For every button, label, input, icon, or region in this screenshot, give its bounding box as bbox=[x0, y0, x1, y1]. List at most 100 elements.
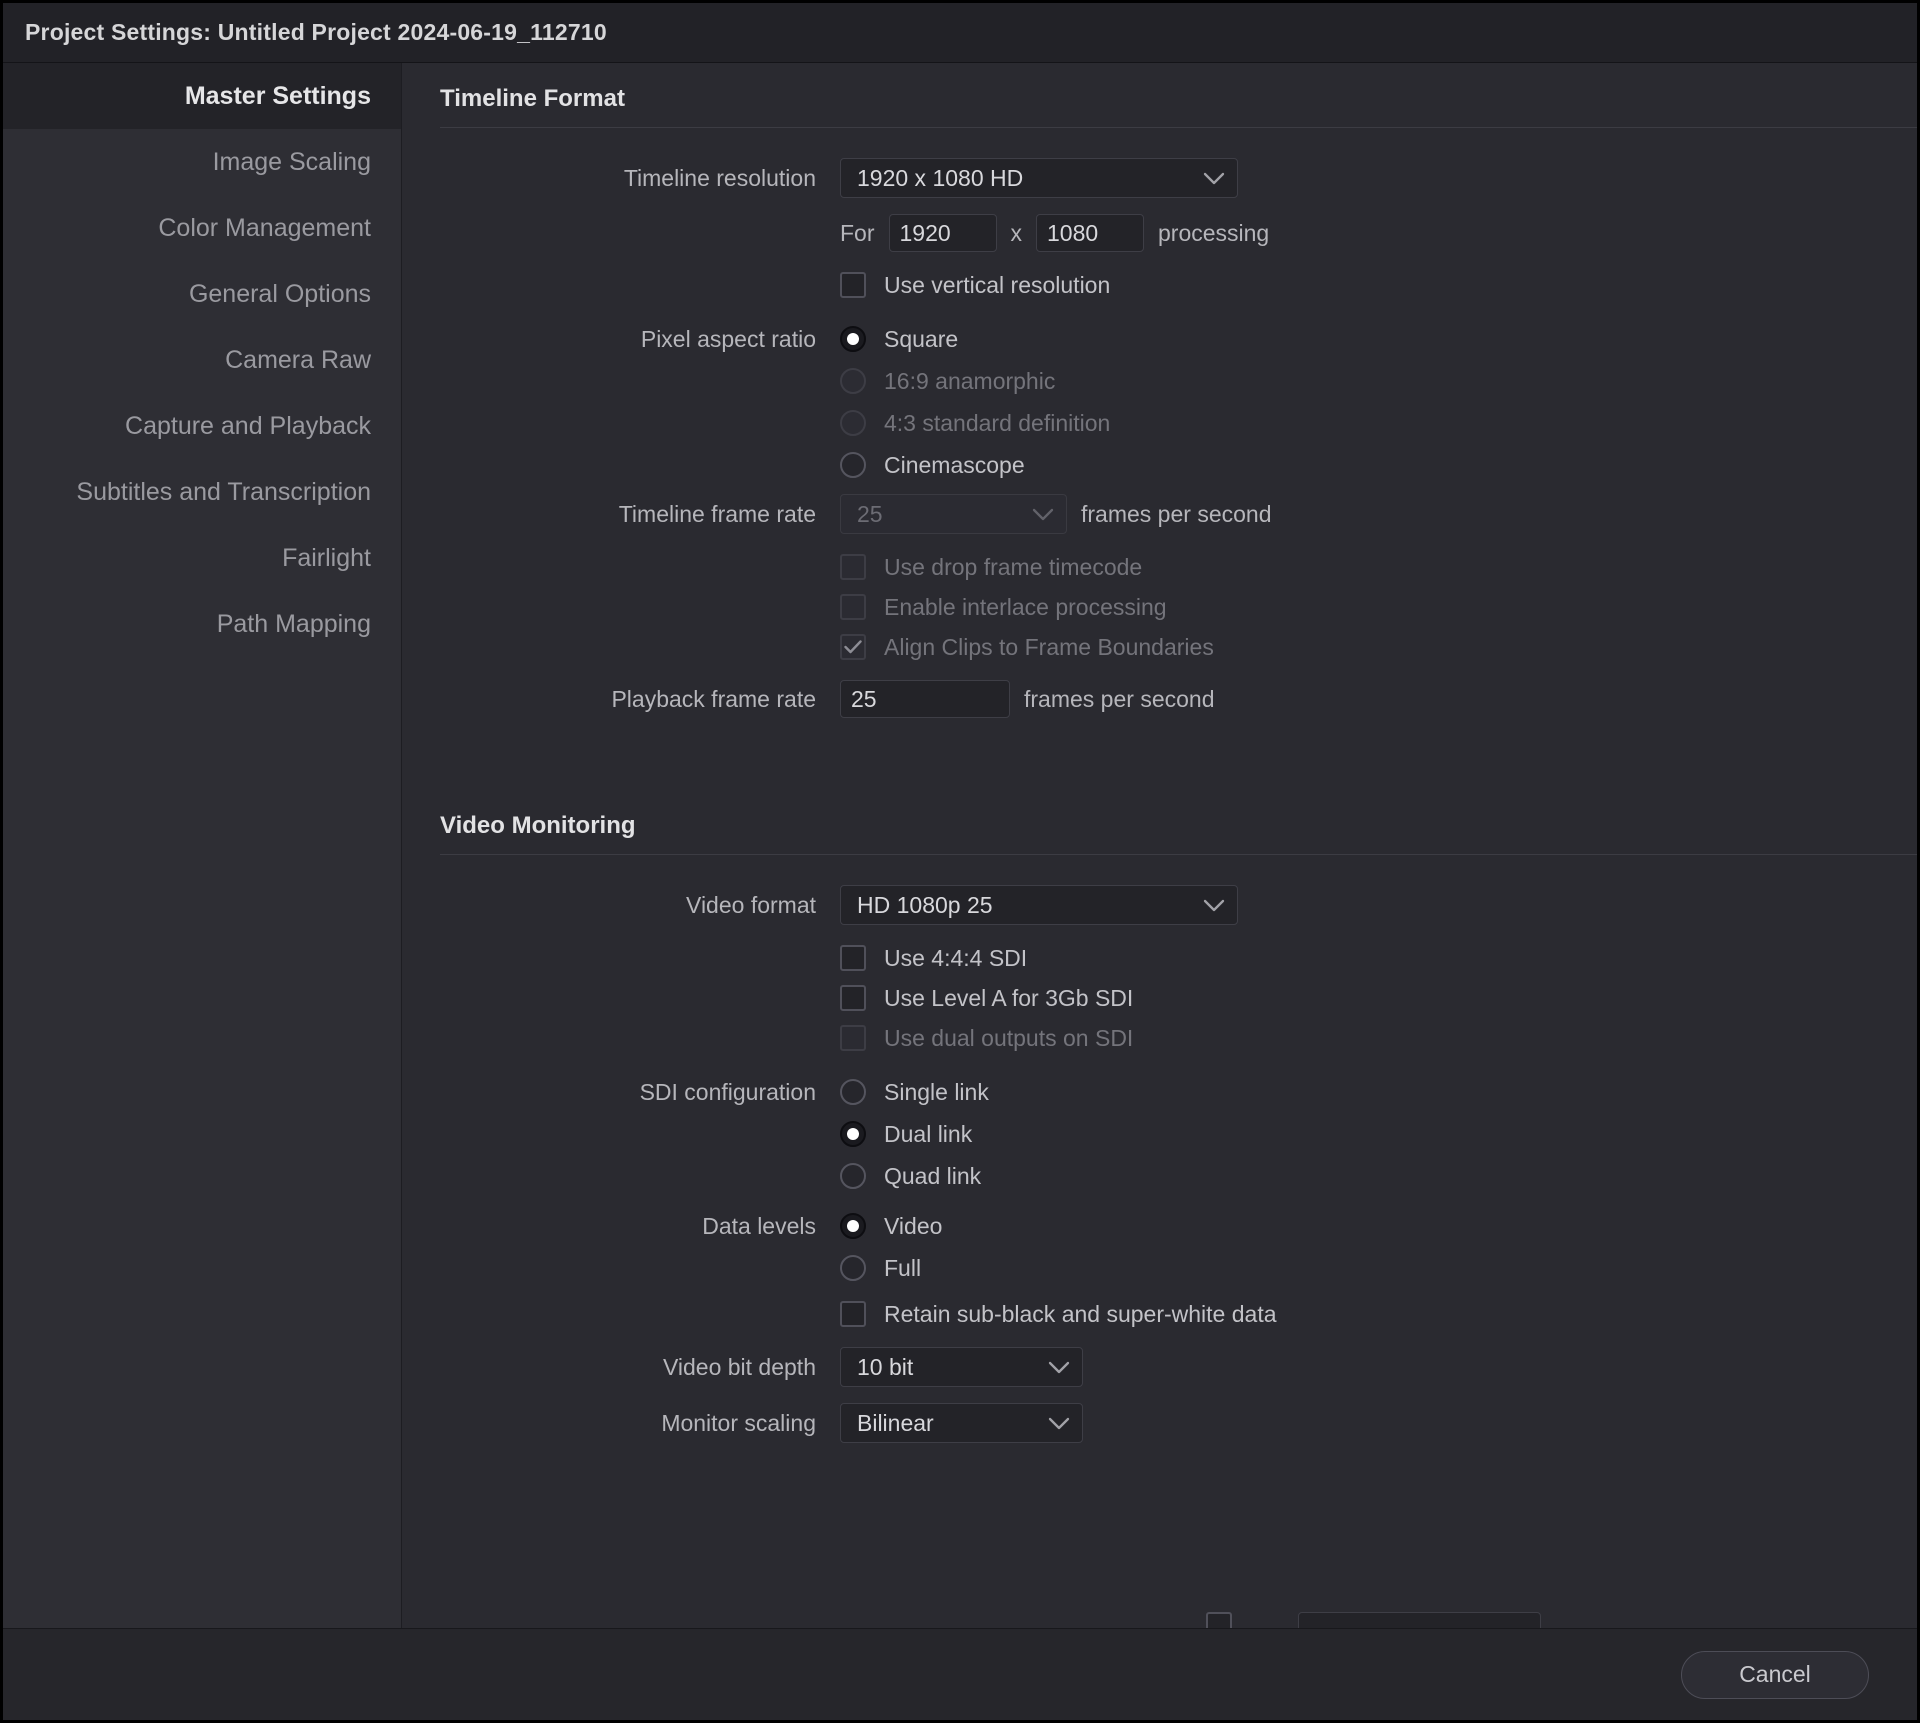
use-dual-outputs-sdi-label: Use dual outputs on SDI bbox=[884, 1024, 1134, 1051]
use-drop-frame-timecode-row: Use drop frame timecode bbox=[440, 550, 1917, 584]
video-format-select[interactable]: HD 1080p 25 bbox=[840, 885, 1238, 925]
timeline-resolution-value: 1920 x 1080 HD bbox=[857, 164, 1024, 191]
sidebar-item-label: Camera Raw bbox=[225, 345, 371, 374]
sidebar-item-general-options[interactable]: General Options bbox=[3, 261, 401, 327]
cancel-button[interactable]: Cancel bbox=[1681, 1650, 1869, 1699]
data-levels-group: Data levels Video Full bbox=[440, 1205, 1917, 1289]
project-settings-window: Project Settings: Untitled Project 2024-… bbox=[0, 0, 1920, 1723]
sidebar-item-label: Image Scaling bbox=[212, 147, 371, 176]
sidebar-item-capture-and-playback[interactable]: Capture and Playback bbox=[3, 393, 401, 459]
use-level-a-3gb-sdi-row: Use Level A for 3Gb SDI bbox=[440, 981, 1917, 1015]
sidebar-item-master-settings[interactable]: Master Settings bbox=[3, 63, 401, 129]
timeline-format-panel: Timeline resolution 1920 x 1080 HD For 1… bbox=[440, 127, 1917, 752]
timeline-resolution-select[interactable]: 1920 x 1080 HD bbox=[840, 158, 1238, 198]
use-vertical-resolution-row: Use vertical resolution bbox=[440, 268, 1917, 302]
chevron-down-icon bbox=[1203, 899, 1225, 912]
pixel-aspect-square-radio[interactable] bbox=[840, 326, 866, 352]
align-clips-to-frame-boundaries-checkbox bbox=[840, 634, 866, 660]
timeline-frame-rate-value: 25 bbox=[857, 500, 883, 527]
pixel-aspect-169-anamorphic-row: 16:9 anamorphic bbox=[840, 360, 1110, 402]
sdi-single-link-radio[interactable] bbox=[840, 1079, 866, 1105]
enable-interlace-processing-label: Enable interlace processing bbox=[884, 593, 1167, 620]
use-level-a-3gb-sdi-label: Use Level A for 3Gb SDI bbox=[884, 984, 1134, 1011]
sidebar-item-color-management[interactable]: Color Management bbox=[3, 195, 401, 261]
sdi-single-link-label: Single link bbox=[884, 1078, 989, 1105]
data-levels-video-radio[interactable] bbox=[840, 1213, 866, 1239]
settings-sidebar: Master Settings Image Scaling Color Mana… bbox=[3, 63, 402, 1628]
sidebar-item-fairlight[interactable]: Fairlight bbox=[3, 525, 401, 591]
sidebar-item-subtitles-and-transcription[interactable]: Subtitles and Transcription bbox=[3, 459, 401, 525]
playback-frame-rate-value: 25 bbox=[851, 685, 877, 712]
video-format-value: HD 1080p 25 bbox=[857, 891, 993, 918]
sdi-quad-link-row: Quad link bbox=[840, 1155, 989, 1197]
use-444-sdi-checkbox[interactable] bbox=[840, 945, 866, 971]
x-separator-label: x bbox=[1010, 219, 1023, 246]
timeline-frame-rate-suffix: frames per second bbox=[1081, 500, 1272, 527]
retain-sub-black-row: Retain sub-black and super-white data bbox=[440, 1297, 1917, 1331]
retain-sub-black-checkbox[interactable] bbox=[840, 1301, 866, 1327]
pixel-aspect-cinemascope-label: Cinemascope bbox=[884, 451, 1025, 478]
timeline-resolution-label: Timeline resolution bbox=[623, 164, 816, 191]
enable-interlace-processing-checkbox bbox=[840, 594, 866, 620]
sidebar-item-label: Capture and Playback bbox=[125, 411, 371, 440]
window-title: Project Settings: Untitled Project 2024-… bbox=[25, 19, 607, 45]
playback-frame-rate-suffix: frames per second bbox=[1024, 685, 1215, 712]
playback-frame-rate-input[interactable]: 25 bbox=[840, 680, 1010, 718]
use-dual-outputs-sdi-row: Use dual outputs on SDI bbox=[440, 1021, 1917, 1055]
sdi-dual-link-row: Dual link bbox=[840, 1113, 989, 1155]
data-levels-video-row: Video bbox=[840, 1205, 942, 1247]
clipped-checkbox bbox=[1206, 1612, 1232, 1628]
video-format-row: Video format HD 1080p 25 bbox=[440, 885, 1917, 925]
sidebar-item-path-mapping[interactable]: Path Mapping bbox=[3, 591, 401, 657]
sidebar-item-image-scaling[interactable]: Image Scaling bbox=[3, 129, 401, 195]
timeline-resolution-row: Timeline resolution 1920 x 1080 HD bbox=[440, 158, 1917, 198]
dialog-body: Master Settings Image Scaling Color Mana… bbox=[3, 63, 1917, 1628]
align-clips-to-frame-boundaries-row: Align Clips to Frame Boundaries bbox=[440, 630, 1917, 664]
enable-interlace-processing-row: Enable interlace processing bbox=[440, 590, 1917, 624]
data-levels-full-label: Full bbox=[884, 1254, 922, 1281]
pixel-aspect-cinemascope-row: Cinemascope bbox=[840, 444, 1110, 486]
title-bar: Project Settings: Untitled Project 2024-… bbox=[3, 3, 1917, 63]
monitor-scaling-row: Monitor scaling Bilinear bbox=[440, 1403, 1917, 1443]
pixel-aspect-cinemascope-radio[interactable] bbox=[840, 452, 866, 478]
video-bit-depth-value: 10 bit bbox=[857, 1353, 914, 1380]
align-clips-to-frame-boundaries-label: Align Clips to Frame Boundaries bbox=[884, 633, 1214, 660]
pixel-aspect-ratio-label: Pixel aspect ratio bbox=[640, 326, 816, 352]
monitor-scaling-select[interactable]: Bilinear bbox=[840, 1403, 1083, 1443]
sidebar-item-label: General Options bbox=[188, 279, 371, 308]
retain-sub-black-label: Retain sub-black and super-white data bbox=[884, 1300, 1277, 1327]
sdi-dual-link-radio[interactable] bbox=[840, 1121, 866, 1147]
sdi-quad-link-radio[interactable] bbox=[840, 1163, 866, 1189]
monitor-scaling-label: Monitor scaling bbox=[661, 1409, 816, 1436]
monitor-scaling-value: Bilinear bbox=[857, 1409, 934, 1436]
timeline-frame-rate-row: Timeline frame rate 25 frames per second bbox=[440, 494, 1917, 534]
sidebar-item-label: Master Settings bbox=[184, 81, 371, 110]
use-dual-outputs-sdi-checkbox bbox=[840, 1025, 866, 1051]
settings-content: Timeline Format Timeline resolution 1920… bbox=[402, 63, 1917, 1628]
video-bit-depth-select[interactable]: 10 bit bbox=[840, 1347, 1083, 1387]
clipped-select bbox=[1298, 1612, 1541, 1628]
sidebar-item-label: Subtitles and Transcription bbox=[76, 477, 371, 506]
use-level-a-3gb-sdi-checkbox[interactable] bbox=[840, 985, 866, 1011]
pixel-aspect-43-standard-row: 4:3 standard definition bbox=[840, 402, 1110, 444]
sidebar-item-label: Path Mapping bbox=[216, 609, 371, 638]
pixel-aspect-square-label: Square bbox=[884, 325, 959, 352]
pixel-aspect-ratio-group: Pixel aspect ratio Square 16:9 anamorphi… bbox=[440, 318, 1917, 486]
video-monitoring-panel: Video format HD 1080p 25 Use 4:4:4 SDI U… bbox=[440, 854, 1917, 1477]
video-bit-depth-label: Video bit depth bbox=[662, 1353, 816, 1380]
data-levels-full-radio[interactable] bbox=[840, 1255, 866, 1281]
playback-frame-rate-label: Playback frame rate bbox=[611, 685, 816, 712]
timeline-frame-rate-label: Timeline frame rate bbox=[618, 500, 816, 527]
processing-height-input[interactable]: 1080 bbox=[1036, 214, 1144, 252]
sdi-single-link-row: Single link bbox=[840, 1071, 989, 1113]
data-levels-full-row: Full bbox=[840, 1247, 942, 1289]
use-vertical-resolution-checkbox[interactable] bbox=[840, 272, 866, 298]
pixel-aspect-43-standard-label: 4:3 standard definition bbox=[884, 409, 1111, 436]
use-444-sdi-label: Use 4:4:4 SDI bbox=[884, 944, 1028, 971]
sidebar-item-camera-raw[interactable]: Camera Raw bbox=[3, 327, 401, 393]
processing-suffix-label: processing bbox=[1158, 219, 1270, 246]
data-levels-label: Data levels bbox=[702, 1213, 816, 1239]
cancel-button-label: Cancel bbox=[1739, 1661, 1811, 1687]
processing-width-input[interactable]: 1920 bbox=[888, 214, 997, 252]
use-drop-frame-timecode-checkbox bbox=[840, 554, 866, 580]
